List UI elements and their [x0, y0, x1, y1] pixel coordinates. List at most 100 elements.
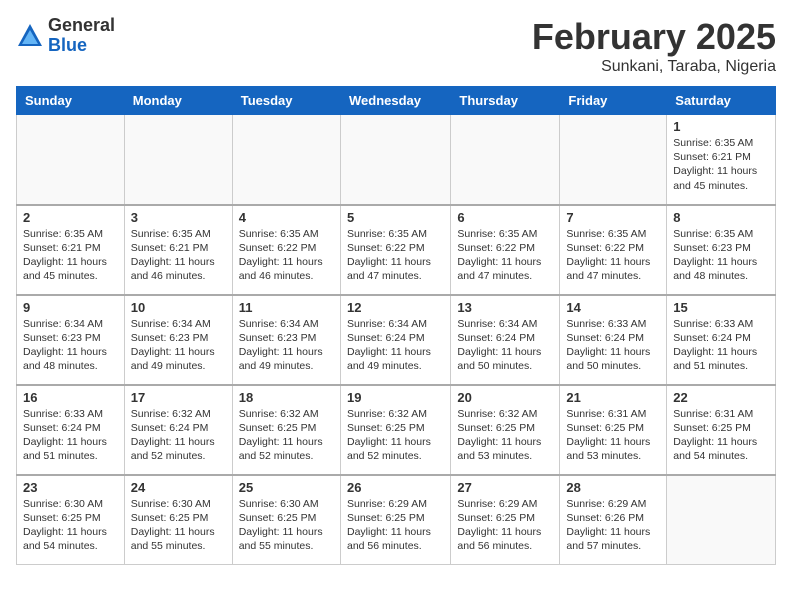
day-info: Sunrise: 6:34 AM Sunset: 6:24 PM Dayligh…	[457, 317, 553, 374]
day-info: Sunrise: 6:32 AM Sunset: 6:24 PM Dayligh…	[131, 407, 226, 464]
logo-icon	[16, 22, 44, 50]
calendar-cell: 14Sunrise: 6:33 AM Sunset: 6:24 PM Dayli…	[560, 295, 667, 385]
day-number: 2	[23, 210, 118, 225]
day-info: Sunrise: 6:30 AM Sunset: 6:25 PM Dayligh…	[239, 497, 334, 554]
calendar-cell: 5 Sunrise: 6:35 AM Sunset: 6:22 PM Daylig…	[340, 205, 450, 295]
col-header-monday: Monday	[124, 87, 232, 115]
day-number: 18	[239, 390, 334, 405]
day-number: 13	[457, 300, 553, 315]
day-info: Sunrise: 6:34 AM Sunset: 6:23 PM Dayligh…	[239, 317, 334, 374]
day-number: 25	[239, 480, 334, 495]
day-info: Sunrise: 6:31 AM Sunset: 6:25 PM Dayligh…	[566, 407, 660, 464]
calendar-cell: 4Sunrise: 6:35 AM Sunset: 6:22 PM Daylig…	[232, 205, 340, 295]
calendar-cell: 7Sunrise: 6:35 AM Sunset: 6:22 PM Daylig…	[560, 205, 667, 295]
calendar-cell: 22Sunrise: 6:31 AM Sunset: 6:25 PM Dayli…	[667, 385, 776, 475]
logo: General Blue	[16, 16, 115, 56]
day-info: Sunrise: 6:29 AM Sunset: 6:26 PM Dayligh…	[566, 497, 660, 554]
day-info: Sunrise: 6:32 AM Sunset: 6:25 PM Dayligh…	[457, 407, 553, 464]
day-info: Sunrise: 6:33 AM Sunset: 6:24 PM Dayligh…	[23, 407, 118, 464]
day-number: 24	[131, 480, 226, 495]
calendar-cell: 10 Sunrise: 6:34 AM Sunset: 6:23 PM Dayli…	[124, 295, 232, 385]
calendar-cell	[232, 115, 340, 205]
calendar-cell: 8 Sunrise: 6:35 AM Sunset: 6:23 PM Daylig…	[667, 205, 776, 295]
day-number: 1	[673, 119, 769, 134]
title-block: February 2025 Sunkani, Taraba, Nigeria	[532, 16, 776, 76]
day-info: Sunrise: 6:35 AM Sunset: 6:22 PM Dayligh…	[239, 227, 334, 284]
day-info: Sunrise: 6:35 AM Sunset: 6:21 PM Dayligh…	[23, 227, 118, 284]
day-number: 5	[347, 210, 444, 225]
day-info: Sunrise: 6:33 AM Sunset: 6:24 PM Dayligh…	[566, 317, 660, 374]
calendar-week-row: 23 Sunrise: 6:30 AM Sunset: 6:25 PM Dayli…	[17, 475, 776, 565]
calendar-cell: 1 Sunrise: 6:35 AM Sunset: 6:21 PM Daylig…	[667, 115, 776, 205]
day-info: Sunrise: 6:33 AM Sunset: 6:24 PM Dayligh…	[673, 317, 769, 374]
calendar-cell: 11Sunrise: 6:34 AM Sunset: 6:23 PM Dayli…	[232, 295, 340, 385]
calendar-cell	[560, 115, 667, 205]
col-header-friday: Friday	[560, 87, 667, 115]
day-info: Sunrise: 6:29 AM Sunset: 6:25 PM Dayligh…	[457, 497, 553, 554]
day-number: 28	[566, 480, 660, 495]
day-info: Sunrise: 6:30 AM Sunset: 6:25 PM Dayligh…	[23, 497, 118, 554]
calendar-week-row: 1 Sunrise: 6:35 AM Sunset: 6:21 PM Daylig…	[17, 115, 776, 205]
day-info: Sunrise: 6:35 AM Sunset: 6:22 PM Dayligh…	[347, 227, 444, 284]
day-info: Sunrise: 6:34 AM Sunset: 6:23 PM Dayligh…	[131, 317, 226, 374]
day-number: 23	[23, 480, 118, 495]
day-number: 15	[673, 300, 769, 315]
day-number: 22	[673, 390, 769, 405]
location-text: Sunkani, Taraba, Nigeria	[532, 58, 776, 76]
calendar-cell	[340, 115, 450, 205]
day-info: Sunrise: 6:35 AM Sunset: 6:23 PM Dayligh…	[673, 227, 769, 284]
calendar-cell: 17 Sunrise: 6:32 AM Sunset: 6:24 PM Dayli…	[124, 385, 232, 475]
calendar-cell: 20 Sunrise: 6:32 AM Sunset: 6:25 PM Dayli…	[451, 385, 560, 475]
day-info: Sunrise: 6:35 AM Sunset: 6:21 PM Dayligh…	[131, 227, 226, 284]
calendar-cell: 26 Sunrise: 6:29 AM Sunset: 6:25 PM Dayli…	[340, 475, 450, 565]
calendar-cell: 6 Sunrise: 6:35 AM Sunset: 6:22 PM Daylig…	[451, 205, 560, 295]
logo-blue-text: Blue	[48, 36, 115, 56]
day-info: Sunrise: 6:32 AM Sunset: 6:25 PM Dayligh…	[347, 407, 444, 464]
calendar-week-row: 16 Sunrise: 6:33 AM Sunset: 6:24 PM Dayli…	[17, 385, 776, 475]
day-number: 6	[457, 210, 553, 225]
calendar-cell: 16 Sunrise: 6:33 AM Sunset: 6:24 PM Dayli…	[17, 385, 125, 475]
day-info: Sunrise: 6:34 AM Sunset: 6:23 PM Dayligh…	[23, 317, 118, 374]
col-header-saturday: Saturday	[667, 87, 776, 115]
col-header-wednesday: Wednesday	[340, 87, 450, 115]
calendar-week-row: 2 Sunrise: 6:35 AM Sunset: 6:21 PM Daylig…	[17, 205, 776, 295]
calendar-cell: 9 Sunrise: 6:34 AM Sunset: 6:23 PM Daylig…	[17, 295, 125, 385]
day-info: Sunrise: 6:29 AM Sunset: 6:25 PM Dayligh…	[347, 497, 444, 554]
day-number: 21	[566, 390, 660, 405]
day-number: 9	[23, 300, 118, 315]
day-number: 17	[131, 390, 226, 405]
calendar-cell: 21 Sunrise: 6:31 AM Sunset: 6:25 PM Dayli…	[560, 385, 667, 475]
day-number: 8	[673, 210, 769, 225]
day-number: 16	[23, 390, 118, 405]
calendar-cell: 19Sunrise: 6:32 AM Sunset: 6:25 PM Dayli…	[340, 385, 450, 475]
day-info: Sunrise: 6:35 AM Sunset: 6:22 PM Dayligh…	[457, 227, 553, 284]
day-number: 10	[131, 300, 226, 315]
logo-general-text: General	[48, 16, 115, 36]
calendar-cell: 28 Sunrise: 6:29 AM Sunset: 6:26 PM Dayli…	[560, 475, 667, 565]
calendar-cell: 25 Sunrise: 6:30 AM Sunset: 6:25 PM Dayli…	[232, 475, 340, 565]
calendar-table: SundayMondayTuesdayWednesdayThursdayFrid…	[16, 86, 776, 565]
calendar-cell: 23 Sunrise: 6:30 AM Sunset: 6:25 PM Dayli…	[17, 475, 125, 565]
day-info: Sunrise: 6:35 AM Sunset: 6:21 PM Dayligh…	[673, 136, 769, 193]
day-number: 27	[457, 480, 553, 495]
calendar-cell: 3Sunrise: 6:35 AM Sunset: 6:21 PM Daylig…	[124, 205, 232, 295]
calendar-cell: 15 Sunrise: 6:33 AM Sunset: 6:24 PM Dayli…	[667, 295, 776, 385]
calendar-cell: 24 Sunrise: 6:30 AM Sunset: 6:25 PM Dayli…	[124, 475, 232, 565]
day-info: Sunrise: 6:30 AM Sunset: 6:25 PM Dayligh…	[131, 497, 226, 554]
day-info: Sunrise: 6:32 AM Sunset: 6:25 PM Dayligh…	[239, 407, 334, 464]
col-header-thursday: Thursday	[451, 87, 560, 115]
calendar-cell	[17, 115, 125, 205]
day-number: 26	[347, 480, 444, 495]
calendar-cell	[667, 475, 776, 565]
day-number: 12	[347, 300, 444, 315]
calendar-cell: 13 Sunrise: 6:34 AM Sunset: 6:24 PM Dayli…	[451, 295, 560, 385]
page-header: General Blue February 2025 Sunkani, Tara…	[16, 16, 776, 76]
calendar-cell: 12 Sunrise: 6:34 AM Sunset: 6:24 PM Dayli…	[340, 295, 450, 385]
col-header-tuesday: Tuesday	[232, 87, 340, 115]
col-header-sunday: Sunday	[17, 87, 125, 115]
day-info: Sunrise: 6:34 AM Sunset: 6:24 PM Dayligh…	[347, 317, 444, 374]
day-number: 20	[457, 390, 553, 405]
calendar-cell: 18 Sunrise: 6:32 AM Sunset: 6:25 PM Dayli…	[232, 385, 340, 475]
month-title: February 2025	[532, 16, 776, 58]
calendar-cell	[451, 115, 560, 205]
